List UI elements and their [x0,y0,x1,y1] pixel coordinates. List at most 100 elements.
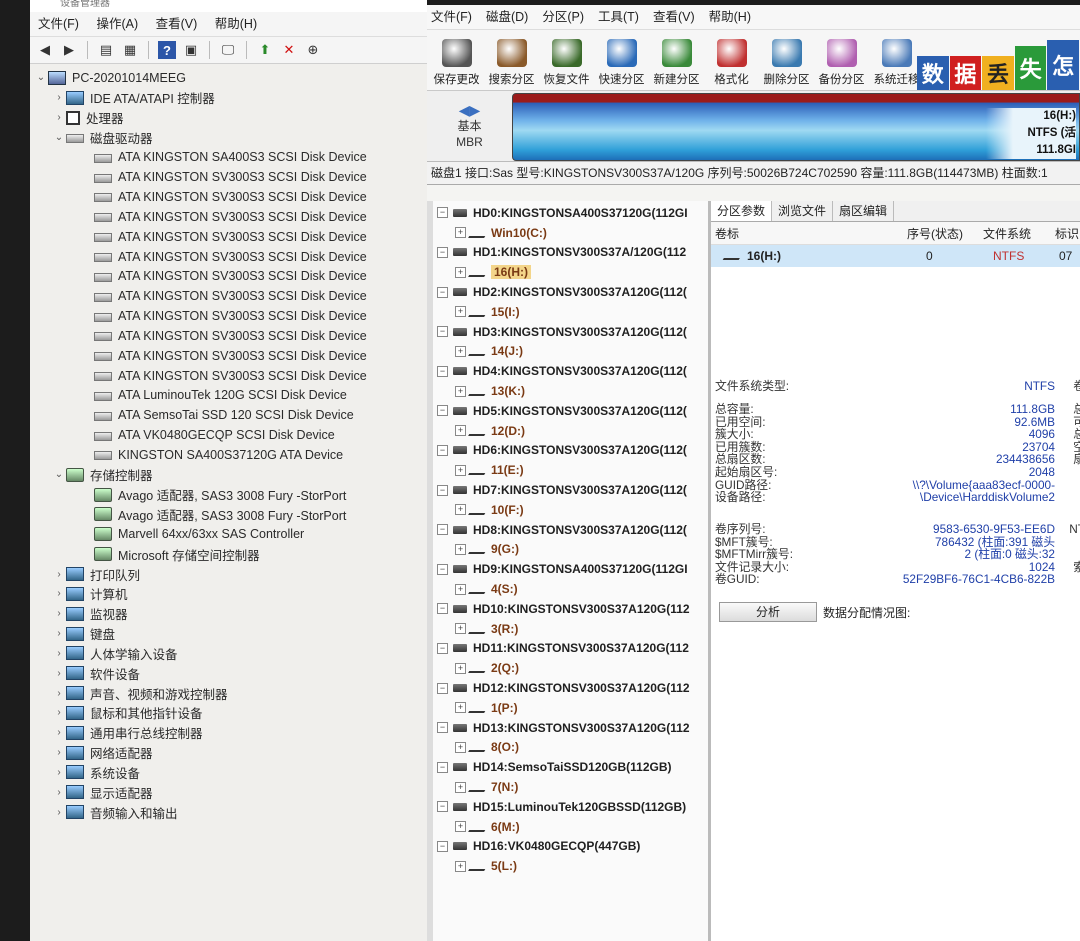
expand-icon[interactable]: + [455,702,466,714]
chevron-right-icon[interactable]: › [52,648,66,659]
collapse-icon[interactable]: − [437,563,448,575]
expand-icon[interactable]: + [455,662,466,674]
collapse-icon[interactable]: − [437,840,448,852]
tree-category[interactable]: › 监视器 [30,604,427,624]
monitor-icon[interactable]: 🖵 [219,41,237,59]
dg-menu-item[interactable]: 帮助(H) [709,10,751,24]
table-row[interactable]: 16(H:) 0 NTFS 07 [711,245,1080,267]
tree-device[interactable]: ATA KINGSTON SV300S3 SCSI Disk Device [30,207,427,227]
tool-button[interactable]: 格式化 [704,39,759,90]
expand-icon[interactable]: + [455,266,466,278]
partition-node[interactable]: +15(I:) [433,302,708,322]
tree-device[interactable]: ATA KINGSTON SV300S3 SCSI Disk Device [30,266,427,286]
disk-node[interactable]: − HD6:KINGSTONSV300S37A120G(112( [433,441,708,461]
tab-sector-edit[interactable]: 扇区编辑 [833,201,895,221]
tree-category[interactable]: ⌄ 存储控制器 [30,465,427,485]
partition-node[interactable]: +16(H:) [433,262,708,282]
tree-device[interactable]: Marvell 64xx/63xx SAS Controller [30,524,427,544]
expand-icon[interactable]: + [455,543,466,555]
tree-device[interactable]: ATA KINGSTON SA400S3 SCSI Disk Device [30,147,427,167]
partition-node[interactable]: +10(F:) [433,500,708,520]
partition-node[interactable]: +13(K:) [433,381,708,401]
tree-device[interactable]: KINGSTON SA400S37120G ATA Device [30,445,427,465]
tree-root[interactable]: ⌄ PC-20201014MEEG [30,68,427,88]
collapse-icon[interactable]: − [437,365,448,377]
expand-icon[interactable]: + [455,781,466,793]
chevron-right-icon[interactable]: › [52,787,66,798]
partition-bar[interactable]: 16(H:) NTFS (活 111.8GI [512,93,1080,161]
partition-node[interactable]: +14(J:) [433,342,708,362]
partition-node[interactable]: +11(E:) [433,460,708,480]
disk-node[interactable]: − HD10:KINGSTONSV300S37A120G(112 [433,599,708,619]
expand-icon[interactable]: + [455,860,466,872]
expand-icon[interactable]: + [455,623,466,635]
uninstall-icon[interactable]: ✕ [280,41,298,59]
partition-node[interactable]: + Win10(C:) [433,223,708,243]
tree-category[interactable]: › IDE ATA/ATAPI 控制器 [30,88,427,108]
expand-icon[interactable]: + [455,583,466,595]
partition-node[interactable]: +1(P:) [433,698,708,718]
expand-icon[interactable]: + [455,741,466,753]
collapse-icon[interactable]: − [437,801,448,813]
tree-device[interactable]: ATA VK0480GECQP SCSI Disk Device [30,425,427,445]
expand-icon[interactable]: + [455,385,466,397]
tree-device[interactable]: ATA KINGSTON SV300S3 SCSI Disk Device [30,227,427,247]
tree-device[interactable]: ATA KINGSTON SV300S3 SCSI Disk Device [30,326,427,346]
chevron-right-icon[interactable]: › [52,628,66,639]
tree-device[interactable]: Microsoft 存储空间控制器 [30,544,427,564]
disk-node[interactable]: − HD7:KINGSTONSV300S37A120G(112( [433,480,708,500]
tree-category[interactable]: › 打印队列 [30,564,427,584]
partition-node[interactable]: +7(N:) [433,777,708,797]
partition-node[interactable]: +12(D:) [433,421,708,441]
dg-menu-item[interactable]: 文件(F) [431,10,472,24]
chevron-right-icon[interactable]: › [52,707,66,718]
tool-button[interactable]: 搜索分区 [484,39,539,90]
tree-device[interactable]: ATA KINGSTON SV300S3 SCSI Disk Device [30,167,427,187]
tree-category[interactable]: › 通用串行总线控制器 [30,723,427,743]
collapse-icon[interactable]: − [437,405,448,417]
expand-icon[interactable]: + [455,425,466,437]
chevron-right-icon[interactable]: › [52,92,66,103]
disk-node[interactable]: − HD16:VK0480GECQP(447GB) [433,837,708,857]
forward-arrow-icon[interactable]: ▶ [60,41,78,59]
collapse-icon[interactable]: − [437,642,448,654]
tool-button[interactable]: 恢复文件 [539,39,594,90]
tree-device[interactable]: ATA KINGSTON SV300S3 SCSI Disk Device [30,187,427,207]
dg-menu-item[interactable]: 分区(P) [542,10,584,24]
tree-category[interactable]: › 显示适配器 [30,782,427,802]
menu-view[interactable]: 查看(V) [156,17,198,31]
disk-node[interactable]: − HD1:KINGSTONSV300S37A/120G(112 [433,243,708,263]
disk-node[interactable]: − HD0:KINGSTONSA400S37120G(112GI [433,203,708,223]
partition-node[interactable]: +2(Q:) [433,658,708,678]
chevron-right-icon[interactable]: › [52,588,66,599]
menu-help[interactable]: 帮助(H) [215,17,257,31]
list-icon[interactable]: ▣ [182,41,200,59]
expand-icon[interactable]: + [455,504,466,516]
dg-menu-item[interactable]: 磁盘(D) [486,10,528,24]
chevron-right-icon[interactable]: › [52,112,66,123]
partition-node[interactable]: +4(S:) [433,579,708,599]
tree-device[interactable]: ATA LuminouTek 120G SCSI Disk Device [30,386,427,406]
disk-node[interactable]: − HD2:KINGSTONSV300S37A120G(112( [433,282,708,302]
chevron-right-icon[interactable]: › [52,747,66,758]
collapse-icon[interactable]: − [437,722,448,734]
chevron-right-icon[interactable]: › [52,668,66,679]
partition-node[interactable]: +5(L:) [433,856,708,876]
disk-node[interactable]: − HD5:KINGSTONSV300S37A120G(112( [433,401,708,421]
collapse-icon[interactable]: − [437,286,448,298]
chevron-right-icon[interactable]: › [52,727,66,738]
disk-node[interactable]: − HD15:LuminouTek120GBSSD(112GB) [433,797,708,817]
tab-partition-params[interactable]: 分区参数 [711,201,773,221]
tree-device[interactable]: ATA KINGSTON SV300S3 SCSI Disk Device [30,306,427,326]
partition-node[interactable]: +6(M:) [433,817,708,837]
collapse-icon[interactable]: − [437,326,448,338]
tool-button[interactable]: 保存更改 [429,39,484,90]
tree-device[interactable]: Avago 适配器, SAS3 3008 Fury -StorPort [30,505,427,525]
help-icon[interactable]: ? [158,41,176,59]
menu-file[interactable]: 文件(F) [38,17,79,31]
chevron-right-icon[interactable]: › [52,807,66,818]
expand-icon[interactable]: + [455,227,466,239]
tree-device[interactable]: ATA KINGSTON SV300S3 SCSI Disk Device [30,286,427,306]
expand-icon[interactable]: + [455,306,466,318]
expand-icon[interactable]: + [455,345,466,357]
